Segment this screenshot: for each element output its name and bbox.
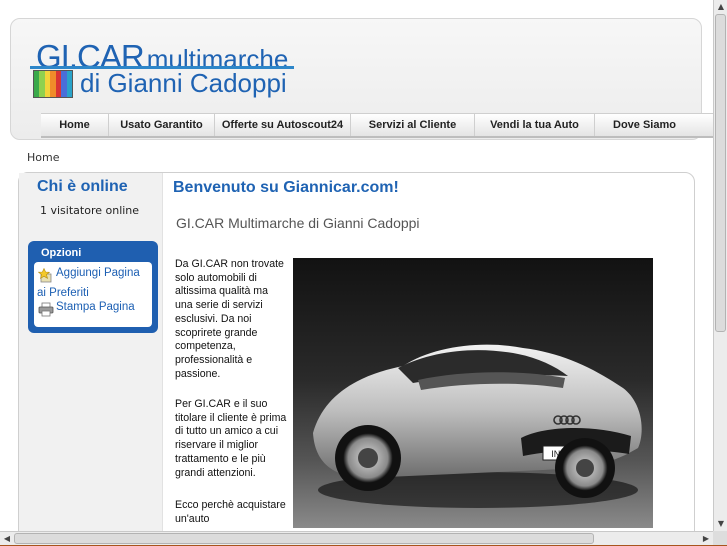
scroll-left-icon[interactable]: ◀	[0, 532, 14, 546]
logo-owner: di Gianni Cadoppi	[80, 68, 287, 98]
add-to-favorites-link[interactable]: Aggiungi Pagina	[56, 265, 140, 282]
nav-item-vendi-auto[interactable]: Vendi la tua Auto	[475, 114, 595, 136]
vertical-scrollbar[interactable]: ▲ ▼	[713, 0, 727, 531]
sports-car-image: IN R 805	[313, 344, 642, 508]
logo-stripe	[66, 71, 72, 97]
main-nav: Home Usato Garantito Offerte su Autoscou…	[41, 113, 713, 138]
printer-icon	[38, 302, 54, 317]
article-paragraph: Per GI.CAR e il suo titolare il cliente …	[175, 398, 287, 479]
print-page-link[interactable]: Stampa Pagina	[56, 299, 135, 316]
options-title: Opzioni	[41, 247, 82, 259]
left-sidebar	[19, 173, 163, 531]
article-paragraph: Da GI.CAR non trovate solo automobili di…	[175, 258, 284, 380]
car-photo: IN R 805	[293, 258, 653, 528]
star-bookmark-icon	[38, 268, 52, 283]
logo-stripes-icon	[33, 70, 73, 98]
page-title: Benvenuto su Giannicar.com!	[173, 179, 399, 196]
nav-item-servizi-cliente[interactable]: Servizi al Cliente	[351, 114, 475, 136]
article-title[interactable]: GI.CAR Multimarche di Gianni Cadoppi	[176, 215, 420, 231]
nav-item-dove-siamo[interactable]: Dove Siamo	[595, 114, 713, 136]
article-paragraph: Ecco perchè acquistare un'auto	[175, 499, 286, 525]
scroll-down-icon[interactable]: ▼	[714, 517, 727, 531]
scroll-right-icon[interactable]: ▶	[699, 532, 713, 546]
site-logo[interactable]: GI.CAR multimarche di Gianni Cadoppi	[30, 38, 300, 100]
scroll-up-icon[interactable]: ▲	[714, 0, 727, 14]
breadcrumb[interactable]: Home	[27, 151, 59, 164]
web-page: GI.CAR multimarche di Gianni Cadoppi Hom…	[0, 0, 713, 531]
horizontal-scroll-thumb[interactable]	[14, 533, 594, 544]
nav-item-offerte-autoscout24[interactable]: Offerte su Autoscout24	[215, 114, 351, 136]
horizontal-scrollbar[interactable]: ◀ ▶	[0, 531, 713, 545]
vertical-scroll-thumb[interactable]	[715, 14, 726, 332]
scroll-corner	[713, 531, 727, 545]
nav-item-usato-garantito[interactable]: Usato Garantito	[109, 114, 215, 136]
nav-item-home[interactable]: Home	[41, 114, 109, 136]
who-online-count: 1 visitatore online	[40, 204, 140, 217]
who-online-title: Chi è online	[37, 178, 128, 195]
